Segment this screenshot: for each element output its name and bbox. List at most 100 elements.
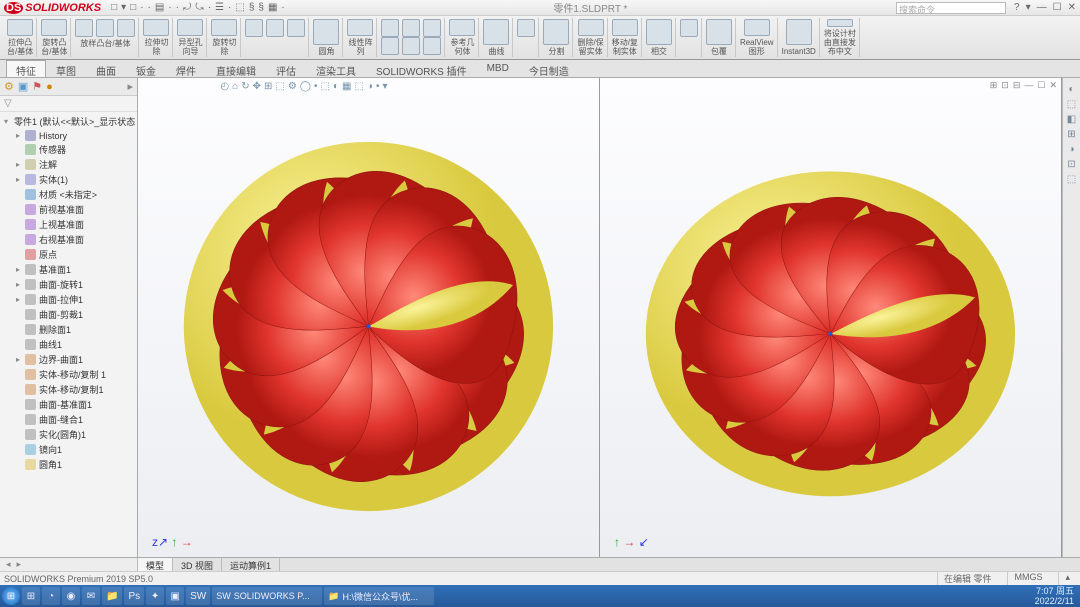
view-tool-0-icon[interactable]: ◴ bbox=[220, 81, 229, 92]
taskbar-task-1[interactable]: 📁H:\微信公众号\优... bbox=[324, 587, 434, 605]
side-tool-4-icon[interactable]: ◑ bbox=[1068, 144, 1074, 155]
ribbon-button-10[interactable] bbox=[449, 19, 475, 36]
taskbar-pinned-7[interactable]: ▣ bbox=[166, 587, 184, 605]
tree-item-21[interactable]: 镜向1 bbox=[0, 442, 137, 457]
ribbon-button-19[interactable] bbox=[744, 19, 770, 36]
ribbon-small-button-9-2[interactable] bbox=[423, 19, 441, 37]
status-units[interactable]: MMGS bbox=[1007, 572, 1048, 585]
tab-曲面[interactable]: 曲面 bbox=[86, 60, 126, 77]
tree-item-20[interactable]: 实化(圆角)1 bbox=[0, 427, 137, 442]
taskbar-pinned-1[interactable]: ◔ bbox=[42, 587, 60, 605]
qat-button-9[interactable]: ⤿ bbox=[195, 2, 203, 13]
vp-window-btn-1[interactable]: ⊡ bbox=[1001, 80, 1009, 91]
model-canvas-right[interactable] bbox=[600, 96, 1061, 557]
tab-直接编辑[interactable]: 直接编辑 bbox=[206, 60, 266, 77]
view-tool-2-icon[interactable]: ↻ bbox=[241, 81, 249, 92]
view-tool-1-icon[interactable]: ⌂ bbox=[232, 81, 238, 92]
ribbon-button-4[interactable] bbox=[177, 19, 203, 36]
viewport-left[interactable]: ◴⌂↻✥⊞⬚⚙◯•⬚◐▦⬚◑•▾ z↗ ↑ → bbox=[138, 78, 600, 557]
qat-button-3[interactable]: · bbox=[140, 2, 143, 13]
tab-SOLIDWORKS 插件[interactable]: SOLIDWORKS 插件 bbox=[366, 60, 477, 77]
ribbon-small-button-2-2[interactable] bbox=[117, 19, 135, 37]
tree-item-7[interactable]: 右视基准面 bbox=[0, 232, 137, 247]
funnel-icon[interactable]: ▽ bbox=[4, 98, 12, 109]
search-input[interactable]: 搜索命令 bbox=[896, 2, 1006, 14]
tree-item-8[interactable]: 原点 bbox=[0, 247, 137, 262]
view-tool-7-icon[interactable]: ◯ bbox=[300, 81, 311, 92]
bottom-tab-运动算例1[interactable]: 运动算例1 bbox=[222, 558, 280, 571]
tree-twisty-icon[interactable]: ▸ bbox=[14, 265, 22, 274]
tab-MBD[interactable]: MBD bbox=[477, 60, 519, 77]
qat-button-15[interactable]: § bbox=[258, 2, 264, 13]
feature-tree[interactable]: ▾ 零件1 (默认<<默认>_显示状态 1>) ▸History传感器▸注解▸实… bbox=[0, 112, 137, 557]
ribbon-small-button-9-1[interactable] bbox=[402, 19, 420, 37]
tree-item-1[interactable]: 传感器 bbox=[0, 142, 137, 157]
qat-button-12[interactable]: · bbox=[228, 2, 231, 13]
view-tool-14-icon[interactable]: • bbox=[376, 81, 380, 92]
help-icon[interactable]: ? bbox=[1014, 2, 1020, 13]
view-tool-8-icon[interactable]: • bbox=[314, 81, 318, 92]
vp-window-btn-2[interactable]: ⊟ bbox=[1013, 80, 1021, 91]
ribbon-button-13[interactable] bbox=[543, 19, 569, 45]
ribbon-button-3[interactable] bbox=[143, 19, 169, 36]
tab-今日制造[interactable]: 今日制造 bbox=[519, 60, 579, 77]
tree-item-11[interactable]: ▸曲面-拉伸1 bbox=[0, 292, 137, 307]
tree-tab-config-icon[interactable]: ▣ bbox=[18, 80, 28, 93]
tab-焊件[interactable]: 焊件 bbox=[166, 60, 206, 77]
ribbon-small-button-6-0[interactable] bbox=[245, 19, 263, 37]
qat-button-6[interactable]: · bbox=[168, 2, 171, 13]
taskbar-pinned-8[interactable]: SW bbox=[186, 587, 210, 605]
side-tool-1-icon[interactable]: ⬚ bbox=[1067, 99, 1076, 110]
tree-item-6[interactable]: 上视基准面 bbox=[0, 217, 137, 232]
ribbon-button-1[interactable] bbox=[41, 19, 67, 36]
taskbar-pinned-3[interactable]: ✉ bbox=[82, 587, 100, 605]
tab-草图[interactable]: 草图 bbox=[46, 60, 86, 77]
next-tab-icon[interactable]: ▸ bbox=[17, 559, 22, 570]
side-tool-0-icon[interactable]: ◐ bbox=[1068, 84, 1074, 95]
taskbar-pinned-2[interactable]: ◉ bbox=[62, 587, 80, 605]
view-tool-9-icon[interactable]: ⬚ bbox=[321, 81, 330, 92]
view-tool-11-icon[interactable]: ▦ bbox=[342, 81, 351, 92]
ribbon-button-7[interactable] bbox=[313, 19, 339, 45]
ribbon-small-button-9-0[interactable] bbox=[381, 19, 399, 37]
tree-item-19[interactable]: 曲面-缝合1 bbox=[0, 412, 137, 427]
qat-button-14[interactable]: § bbox=[249, 2, 255, 13]
viewport-right[interactable]: ⊞⊡⊟—☐✕ ↑ → ↙ bbox=[600, 78, 1062, 557]
tree-item-12[interactable]: 曲面-剪裁1 bbox=[0, 307, 137, 322]
tree-twisty-icon[interactable]: ▸ bbox=[14, 355, 22, 364]
qat-button-10[interactable]: · bbox=[208, 2, 211, 13]
view-tool-15-icon[interactable]: ▾ bbox=[382, 81, 387, 92]
ribbon-button-5[interactable] bbox=[211, 19, 237, 36]
qat-button-0[interactable]: □ bbox=[111, 2, 117, 13]
qat-button-4[interactable]: · bbox=[148, 2, 151, 13]
view-tool-5-icon[interactable]: ⬚ bbox=[275, 81, 284, 92]
tab-特征[interactable]: 特征 bbox=[6, 60, 46, 77]
tree-tab-appearance-icon[interactable]: ● bbox=[46, 81, 53, 93]
close-button[interactable]: ✕ bbox=[1068, 2, 1076, 13]
tree-collapse-icon[interactable]: ▸ bbox=[127, 80, 133, 93]
qat-button-5[interactable]: ▤ bbox=[155, 2, 164, 13]
tab-渲染工具[interactable]: 渲染工具 bbox=[306, 60, 366, 77]
side-tool-5-icon[interactable]: ⊡ bbox=[1067, 159, 1075, 170]
ribbon-button-20[interactable] bbox=[786, 19, 812, 45]
qat-button-8[interactable]: ⤾ bbox=[183, 2, 191, 13]
tree-tab-feature-icon[interactable]: ⚙ bbox=[4, 80, 14, 93]
ribbon-small-button-6-1[interactable] bbox=[266, 19, 284, 37]
ribbon-small-button-b-9-1[interactable] bbox=[402, 37, 420, 55]
ribbon-button-8[interactable] bbox=[347, 19, 373, 36]
dropdown-icon[interactable]: ▾ bbox=[1026, 2, 1031, 13]
status-arrow-icon[interactable]: ▴ bbox=[1058, 572, 1076, 585]
view-tool-10-icon[interactable]: ◐ bbox=[333, 81, 339, 92]
tree-item-18[interactable]: 曲面-基准面1 bbox=[0, 397, 137, 412]
tree-item-13[interactable]: 删除面1 bbox=[0, 322, 137, 337]
ribbon-button-18[interactable] bbox=[706, 19, 732, 45]
vp-window-btn-4[interactable]: ☐ bbox=[1037, 80, 1045, 91]
taskbar-pinned-5[interactable]: Ps bbox=[124, 587, 144, 605]
tree-item-10[interactable]: ▸曲面-旋转1 bbox=[0, 277, 137, 292]
side-tool-3-icon[interactable]: ⊞ bbox=[1067, 129, 1075, 140]
tree-item-2[interactable]: ▸注解 bbox=[0, 157, 137, 172]
ribbon-button-21[interactable] bbox=[827, 19, 853, 27]
ribbon-small-button-17-0[interactable] bbox=[680, 19, 698, 37]
view-tool-3-icon[interactable]: ✥ bbox=[253, 81, 261, 92]
tree-item-15[interactable]: ▸边界-曲面1 bbox=[0, 352, 137, 367]
